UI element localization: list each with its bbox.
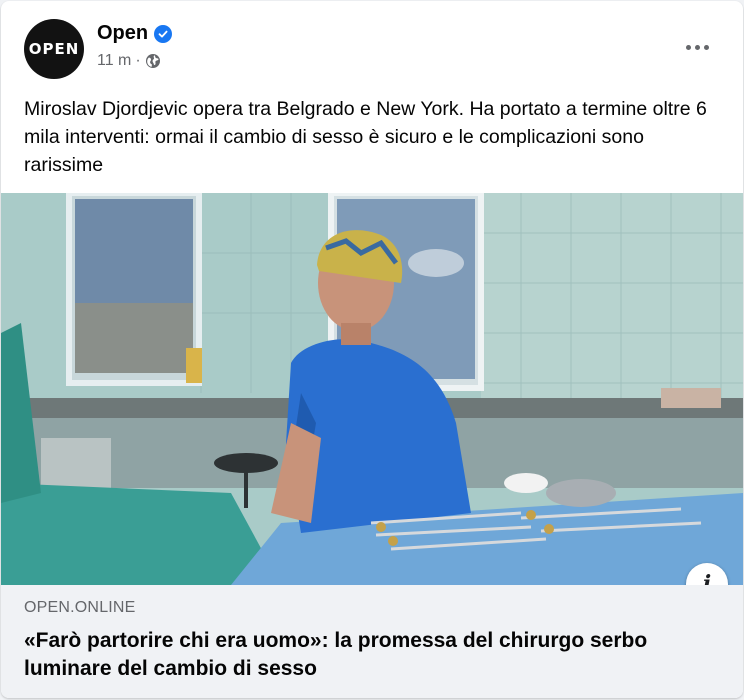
more-horizontal-icon [685, 44, 691, 50]
meta-separator: · [135, 52, 141, 69]
avatar-logo-text: OPEN [28, 40, 80, 58]
post-card: OPEN Open 11 m · Miroslav Djordjevic ope… [1, 1, 743, 698]
link-title[interactable]: «Farò partorire chi era uomo»: la promes… [24, 627, 724, 683]
post-timestamp[interactable]: 11 m [97, 52, 131, 70]
link-domain: OPEN.ONLINE [24, 599, 136, 616]
link-preview[interactable]: OPEN.ONLINE «Farò partorire chi era uomo… [1, 585, 743, 698]
post-message: Miroslav Djordjevic opera tra Belgrado e… [24, 98, 707, 176]
more-options-button[interactable] [681, 35, 713, 59]
page-name-link[interactable]: Open [97, 22, 148, 45]
globe-icon [145, 53, 161, 69]
page-avatar[interactable]: OPEN [24, 19, 84, 79]
verified-badge-icon [154, 24, 173, 43]
page-name-row: Open [97, 22, 173, 45]
post-meta: 11 m · [97, 52, 161, 70]
link-preview-image[interactable]: i [1, 193, 743, 585]
post-header: OPEN Open 11 m · [1, 1, 743, 91]
